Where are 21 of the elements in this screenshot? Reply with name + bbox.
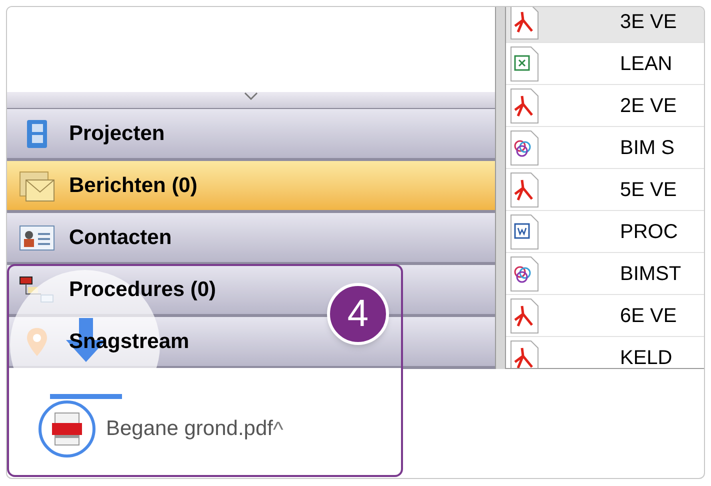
- splitter-bar[interactable]: [495, 7, 506, 369]
- pdf-file-icon: [510, 340, 540, 368]
- download-filename[interactable]: Begane grond.pdf: [106, 413, 273, 445]
- pdf-file-icon: [38, 400, 96, 458]
- chevron-down-icon: [244, 92, 258, 100]
- contact-card-icon: [19, 224, 55, 250]
- document-file-icon: [510, 214, 540, 250]
- cabinet-icon: [25, 118, 49, 148]
- nav-item[interactable]: Projecten: [7, 109, 495, 161]
- nav-item[interactable]: Contacten: [7, 213, 495, 265]
- rings-file-icon: [510, 130, 540, 166]
- pdf-file-icon: [510, 88, 540, 124]
- caret-icon[interactable]: ^: [272, 412, 284, 446]
- collapse-bar[interactable]: [7, 92, 495, 109]
- file-row[interactable]: 3E VE: [506, 7, 704, 43]
- pdf-file-icon: [510, 298, 540, 334]
- nav-item[interactable]: Berichten (0): [7, 161, 495, 213]
- rings-file-icon: [510, 256, 540, 292]
- spreadsheet-file-icon: [510, 46, 540, 82]
- envelope-folder-icon: [19, 170, 55, 202]
- pdf-file-icon: [510, 172, 540, 208]
